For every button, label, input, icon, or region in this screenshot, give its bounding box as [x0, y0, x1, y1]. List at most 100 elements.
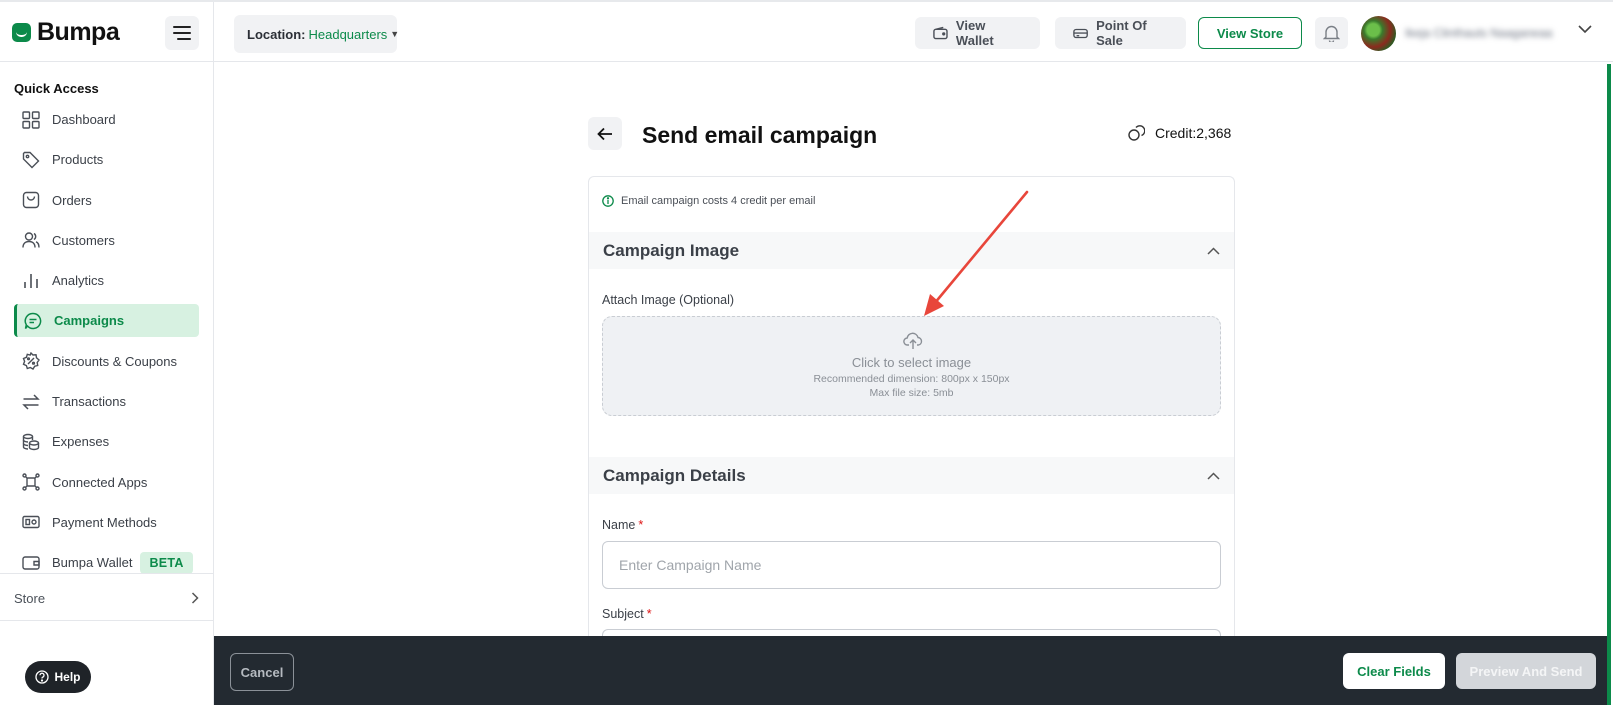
campaign-details-section-header[interactable]: Campaign Details — [589, 457, 1234, 494]
sidebar: Quick Access Dashboard Products Orders C… — [0, 63, 213, 705]
grid-icon — [22, 110, 40, 129]
credit-balance: Credit:2,368 — [1128, 125, 1231, 141]
wallet-icon — [22, 556, 40, 570]
sidebar-item-campaigns[interactable]: Campaigns — [14, 304, 199, 338]
cash-icon — [22, 516, 40, 529]
quick-access-title: Quick Access — [14, 81, 99, 96]
location-selector[interactable]: Location: Headquarters ▼ — [234, 15, 400, 53]
sidebar-item-orders[interactable]: Orders — [14, 184, 199, 217]
cancel-button[interactable]: Cancel — [230, 653, 294, 691]
sidebar-item-label: Expenses — [52, 434, 110, 450]
arrow-left-icon — [597, 127, 612, 140]
percent-badge-icon — [22, 352, 40, 371]
campaign-name-input[interactable] — [602, 541, 1221, 589]
preview-and-send-button[interactable]: Preview And Send — [1456, 653, 1596, 689]
chevron-right-icon — [191, 592, 199, 604]
scrollbar-track[interactable] — [1607, 64, 1611, 705]
tag-icon — [22, 151, 40, 169]
sidebar-item-label: Orders — [52, 192, 92, 208]
campaign-image-section-header[interactable]: Campaign Image — [589, 232, 1234, 269]
cost-info-text: Email campaign costs 4 credit per email — [621, 195, 816, 207]
coins-icon — [1128, 125, 1145, 141]
sidebar-item-label: Payment Methods — [52, 514, 157, 530]
back-button[interactable] — [588, 117, 622, 150]
sidebar-item-store[interactable]: Store — [14, 587, 199, 609]
hamburger-icon — [173, 26, 191, 40]
users-icon — [22, 232, 40, 248]
user-name[interactable]: Ikeja Clinthauts Naaganeaa — [1405, 26, 1552, 40]
store-label: Store — [14, 590, 46, 606]
bag-icon — [22, 191, 40, 209]
apps-icon — [22, 473, 40, 491]
point-of-sale-label: Point Of Sale — [1096, 18, 1147, 48]
form-action-bar: Cancel Clear Fields Preview And Send — [214, 636, 1607, 705]
notifications-button[interactable] — [1315, 17, 1348, 49]
wallet-icon — [933, 26, 948, 40]
sidebar-item-label: Customers — [52, 232, 115, 248]
attach-image-label: Attach Image (Optional) — [602, 293, 735, 307]
dropzone-title: Click to select image — [851, 355, 972, 370]
section-title: Campaign Image — [603, 240, 740, 260]
chevron-down-icon[interactable] — [1578, 24, 1592, 34]
sidebar-item-bumpa-wallet[interactable]: Bumpa Wallet BETA — [14, 546, 199, 579]
sidebar-item-label: Connected Apps — [52, 474, 148, 490]
point-of-sale-button[interactable]: Point Of Sale — [1055, 17, 1186, 49]
bell-icon — [1323, 25, 1340, 42]
sidebar-item-label: Transactions — [52, 394, 126, 410]
sidebar-item-label: Campaigns — [54, 313, 125, 329]
cloud-upload-icon — [903, 332, 923, 349]
sidebar-separator — [0, 620, 213, 621]
view-wallet-button[interactable]: View Wallet — [915, 17, 1040, 49]
sidebar-item-transactions[interactable]: Transactions — [14, 385, 199, 418]
app-root: Bumpa Location: Headquarters ▼ View Wall… — [0, 0, 1613, 705]
menu-toggle-button[interactable] — [165, 16, 199, 50]
cost-info: Email campaign costs 4 credit per email — [602, 195, 815, 207]
dropzone-size-hint: Max file size: 5mb — [869, 387, 954, 399]
help-circle-icon — [35, 670, 50, 684]
view-wallet-label: View Wallet — [955, 18, 994, 48]
location-label: Location: — [247, 26, 306, 42]
caret-down-icon: ▼ — [390, 29, 400, 39]
image-upload-dropzone[interactable]: Click to select image Recommended dimens… — [602, 316, 1221, 416]
view-store-button[interactable]: View Store — [1198, 17, 1302, 49]
chevron-up-icon — [1207, 471, 1220, 480]
sidebar-item-label: Dashboard — [52, 112, 116, 127]
section-title: Campaign Details — [603, 465, 746, 485]
name-field-label: Name * — [602, 518, 643, 532]
subject-label-text: Subject — [602, 607, 644, 621]
bumpa-logo-icon — [12, 23, 31, 42]
sidebar-item-products[interactable]: Products — [14, 143, 199, 176]
brand-logo[interactable]: Bumpa — [12, 18, 120, 47]
brand-name: Bumpa — [37, 18, 120, 46]
coins-icon — [22, 433, 40, 451]
location-value: Headquarters — [308, 26, 388, 42]
info-icon — [602, 195, 614, 207]
credit-text: Credit:2,368 — [1155, 125, 1232, 141]
user-avatar[interactable] — [1361, 16, 1396, 51]
sidebar-item-analytics[interactable]: Analytics — [14, 264, 199, 297]
help-label: Help — [54, 670, 81, 684]
help-button[interactable]: Help — [25, 661, 91, 693]
sidebar-item-connected-apps[interactable]: Connected Apps — [14, 466, 199, 499]
subject-field-label: Subject * — [602, 607, 652, 621]
sidebar-separator — [0, 573, 213, 574]
sidebar-item-expenses[interactable]: Expenses — [14, 425, 199, 458]
sidebar-item-discounts-coupons[interactable]: Discounts & Coupons — [14, 345, 199, 378]
required-mark: * — [646, 607, 652, 621]
chevron-up-icon — [1207, 246, 1220, 255]
dropzone-dimension-hint: Recommended dimension: 800px x 150px — [813, 373, 1010, 385]
transfer-icon — [22, 394, 40, 410]
beta-badge: BETA — [140, 551, 193, 574]
sidebar-divider — [213, 2, 214, 705]
sidebar-nav: Dashboard Products Orders Customers Anal… — [14, 103, 199, 587]
sidebar-item-customers[interactable]: Customers — [14, 224, 199, 257]
sidebar-item-payment-methods[interactable]: Payment Methods — [14, 506, 199, 539]
pos-terminal-icon — [1073, 28, 1088, 38]
sidebar-item-label: Discounts & Coupons — [52, 353, 178, 369]
page-title: Send email campaign — [642, 122, 878, 148]
bar-chart-icon — [24, 273, 38, 288]
chat-icon — [24, 312, 42, 330]
name-label-text: Name — [602, 518, 636, 532]
sidebar-item-dashboard[interactable]: Dashboard — [14, 103, 199, 136]
clear-fields-button[interactable]: Clear Fields — [1343, 653, 1445, 689]
